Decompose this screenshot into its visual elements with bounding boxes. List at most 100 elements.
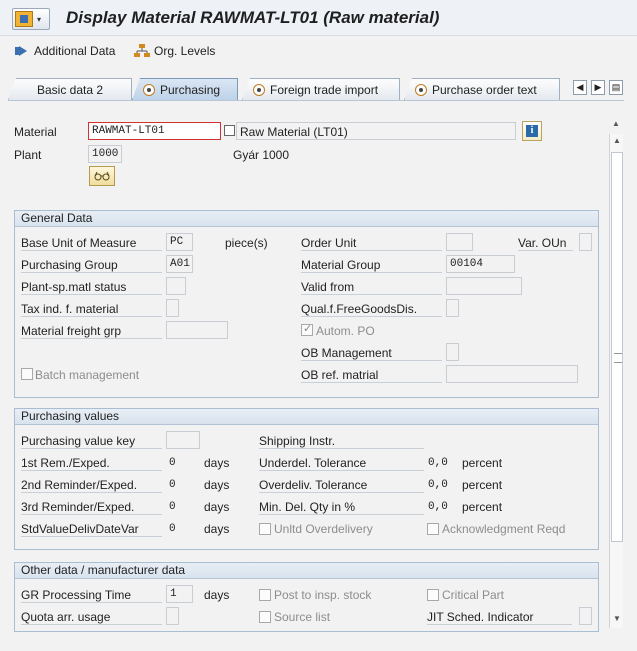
post-to-insp-stock-checkbox[interactable]	[259, 589, 271, 601]
ob-management-label: OB Management	[301, 346, 442, 361]
page-title: Display Material RAWMAT-LT01 (Raw materi…	[66, 8, 440, 27]
overdelivery-tolerance-value: 0,0	[428, 479, 448, 491]
dropdown-arrow-icon: ▾	[37, 14, 42, 24]
material-description: Raw Material (LT01)	[236, 122, 516, 140]
order-unit-field[interactable]	[446, 233, 473, 251]
material-group-field[interactable]: 00104	[446, 255, 515, 273]
ob-ref-material-field[interactable]	[446, 365, 578, 383]
tab-label: Purchasing	[160, 82, 221, 97]
scroll-top-icon[interactable]: ▲	[610, 119, 622, 131]
arrow-right-icon	[15, 46, 27, 56]
scroll-thumb[interactable]	[611, 152, 623, 542]
underdelivery-tolerance-value: 0,0	[428, 457, 448, 469]
tab-basic-data-2[interactable]: Basic data 2	[8, 78, 132, 100]
purchasing-group-field[interactable]: A01	[166, 255, 193, 273]
qual-free-goods-field[interactable]	[446, 299, 459, 317]
tab-label: Basic data 2	[37, 82, 104, 97]
second-reminder-label: 2nd Reminder/Exped.	[21, 478, 162, 493]
application-toolbar: Additional Data Org. Levels	[0, 37, 637, 67]
valid-from-label: Valid from	[301, 280, 442, 295]
purchasing-group-label: Purchasing Group	[21, 258, 162, 273]
quota-arr-usage-field[interactable]	[166, 607, 179, 625]
critical-part-checkbox[interactable]	[427, 589, 439, 601]
purchasing-value-key-field[interactable]	[166, 431, 200, 449]
base-uom-text: piece(s)	[225, 236, 268, 250]
plant-field[interactable]: 1000	[88, 145, 122, 163]
freight-group-field[interactable]	[166, 321, 228, 339]
var-oun-label: Var. OUn	[518, 236, 573, 251]
material-label: Material	[14, 125, 57, 139]
autom-po-label: Autom. PO	[316, 324, 375, 338]
std-value-deliv-date-value: 0	[169, 523, 176, 535]
copy-icon[interactable]	[224, 125, 235, 136]
org-hierarchy-icon	[134, 44, 150, 57]
quota-arr-usage-label: Quota arr. usage	[21, 610, 162, 625]
days-unit: days	[204, 500, 230, 514]
tab-purchasing[interactable]: Purchasing	[132, 78, 238, 100]
percent-unit: percent	[462, 456, 503, 470]
base-uom-label: Base Unit of Measure	[21, 236, 162, 251]
base-uom-field[interactable]: PC	[166, 233, 193, 251]
unlimited-overdelivery-checkbox[interactable]	[259, 523, 271, 535]
min-delivery-qty-label: Min. Del. Qty in %	[259, 500, 424, 515]
var-oun-field[interactable]	[579, 233, 592, 251]
qual-free-goods-label: Qual.f.FreeGoodsDis.	[301, 302, 442, 317]
valid-from-field[interactable]	[446, 277, 522, 295]
tab-label: Foreign trade import	[270, 82, 379, 97]
percent-unit: percent	[462, 500, 503, 514]
jit-sched-indicator-label: JIT Sched. Indicator	[427, 610, 572, 625]
plant-status-field[interactable]	[166, 277, 186, 295]
material-group-label: Material Group	[301, 258, 442, 273]
title-bar: ▾ Display Material RAWMAT-LT01 (Raw mate…	[0, 0, 637, 36]
days-unit: days	[204, 478, 230, 492]
material-field[interactable]: RAWMAT-LT01	[88, 122, 221, 140]
tab-status-icon	[415, 83, 427, 96]
tax-ind-field[interactable]	[166, 299, 179, 317]
plant-label: Plant	[14, 148, 42, 162]
scroll-down-icon[interactable]: ▼	[611, 614, 623, 626]
tab-status-icon	[143, 83, 155, 96]
jit-sched-indicator-field[interactable]	[579, 607, 592, 625]
ob-management-field[interactable]	[446, 343, 459, 361]
org-levels-label: Org. Levels	[154, 44, 216, 58]
tab-label: Purchase order text	[432, 82, 537, 97]
app-menu-button[interactable]: ▾	[12, 8, 50, 30]
tab-list-button[interactable]: ▤	[609, 80, 623, 95]
source-list-label: Source list	[274, 610, 331, 624]
tab-foreign-trade-import[interactable]: Foreign trade import	[242, 78, 400, 100]
tab-status-icon	[253, 83, 265, 96]
critical-part-label: Critical Part	[442, 588, 505, 602]
second-reminder-value: 0	[169, 479, 176, 491]
unlimited-overdelivery-label: Unltd Overdelivery	[274, 522, 373, 536]
group-title: General Data	[15, 211, 598, 227]
first-reminder-label: 1st Rem./Exped.	[21, 456, 162, 471]
scroll-up-icon[interactable]: ▲	[611, 136, 623, 148]
first-reminder-value: 0	[169, 457, 176, 469]
days-unit: days	[204, 588, 230, 602]
tab-strip: Basic data 2 Purchasing Foreign trade im…	[8, 78, 630, 100]
source-list-checkbox[interactable]	[259, 611, 271, 623]
tab-scroll-right-button[interactable]: ▶	[591, 80, 605, 95]
min-delivery-qty-value: 0,0	[428, 501, 448, 513]
autom-po-checkbox[interactable]	[301, 322, 313, 336]
additional-data-button[interactable]: Additional Data	[14, 44, 115, 58]
ob-ref-material-label: OB ref. matrial	[301, 368, 442, 383]
info-button[interactable]: i	[522, 121, 542, 141]
gr-processing-time-field[interactable]: 1	[166, 585, 193, 603]
vertical-scrollbar[interactable]: ▲ ▼	[609, 134, 623, 628]
days-unit: days	[204, 456, 230, 470]
post-to-insp-stock-label: Post to insp. stock	[274, 588, 372, 602]
org-levels-button[interactable]: Org. Levels	[134, 44, 215, 58]
shipping-instr-label: Shipping Instr.	[259, 434, 424, 449]
group-title: Other data / manufacturer data	[15, 563, 598, 579]
tab-scroll-left-button[interactable]: ◀	[573, 80, 587, 95]
sap-menu-icon	[15, 11, 33, 27]
third-reminder-label: 3rd Reminder/Exped.	[21, 500, 162, 515]
percent-unit: percent	[462, 478, 503, 492]
additional-data-label: Additional Data	[34, 44, 116, 58]
tab-purchase-order-text[interactable]: Purchase order text	[404, 78, 560, 100]
batch-management-checkbox[interactable]	[21, 368, 33, 380]
third-reminder-value: 0	[169, 501, 176, 513]
acknowledgment-required-checkbox[interactable]	[427, 523, 439, 535]
change-org-button[interactable]	[89, 166, 115, 186]
